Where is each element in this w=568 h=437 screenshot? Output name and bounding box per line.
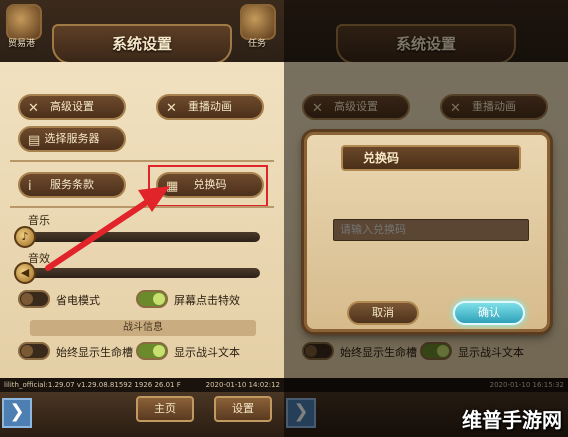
settings-screen-left: 贸易港 任务 系统设置 ✕ 高级设置 ✕ 重播动画 ▤ 选择服务器 i 服务条款… [0, 0, 284, 437]
nav-home-button[interactable]: 主页 [136, 396, 194, 422]
version-text: lilith_official:1.29.07 v1.29.08.81592 1… [4, 381, 181, 389]
dialog-title: 兑换码 [341, 145, 521, 171]
confirm-button[interactable]: 确认 [453, 301, 525, 325]
cancel-button[interactable]: 取消 [347, 301, 419, 325]
redeem-code-input[interactable] [333, 219, 529, 241]
nav-settings-button[interactable]: 设置 [214, 396, 272, 422]
settings-screen-right: 系统设置 ✕ 高级设置 ✕ 重播动画 始终显示生命槽 显示战斗文本 2020-0… [284, 0, 568, 437]
timestamp: 2020-01-10 14:02:12 [205, 381, 280, 389]
watermark: 维普手游网 [462, 408, 562, 432]
bottom-nav: ❯ 主页 设置 [0, 392, 284, 437]
back-arrow-icon[interactable]: ❯ [2, 398, 32, 428]
version-bar: lilith_official:1.29.07 v1.29.08.81592 1… [0, 378, 284, 392]
redeem-code-dialog: 兑换码 取消 确认 [304, 132, 550, 332]
arrow-annotation [45, 186, 170, 271]
